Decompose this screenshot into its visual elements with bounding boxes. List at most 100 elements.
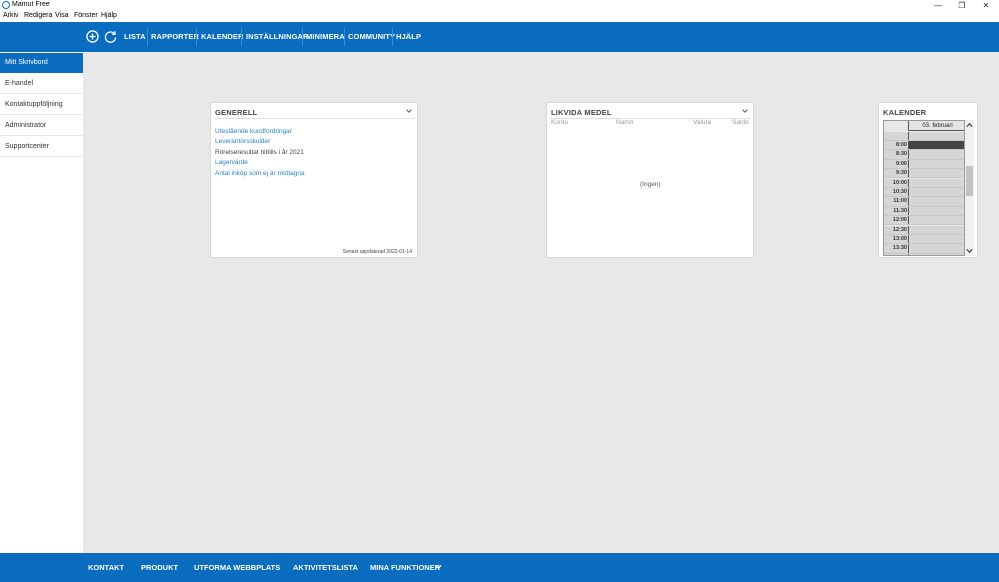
calendar-slot[interactable] <box>908 178 964 187</box>
nav-kalender[interactable]: KALENDER <box>201 22 243 52</box>
nav-installningar[interactable]: INSTÄLLNINGAR <box>246 22 309 52</box>
restore-button[interactable]: ❐ <box>951 0 973 11</box>
bottom-utforma-webbplats[interactable]: UTFORMA WEBBPLATS <box>194 553 280 582</box>
toolbar-divider <box>344 28 345 46</box>
calendar-slot[interactable] <box>908 150 964 159</box>
calendar-time-row[interactable]: 12:30 <box>884 225 964 235</box>
chevron-down-icon[interactable] <box>435 564 442 570</box>
bottom-mina-funktioner[interactable]: MINA FUNKTIONER <box>370 553 440 582</box>
calendar-time-label: 13:30 <box>884 244 908 253</box>
widget-general: GENERELL Utestående kundfordringar Lever… <box>210 102 418 258</box>
calendar-scrollbar[interactable] <box>965 120 974 256</box>
empty-state-text: (Ingen) <box>640 181 661 188</box>
calendar-time-label: 9:30 <box>884 169 908 178</box>
toolbar-divider <box>241 28 242 46</box>
calendar-slot[interactable] <box>908 244 964 253</box>
menu-fonster[interactable]: Fönster <box>74 12 98 19</box>
nav-minimera[interactable]: MINIMERA <box>306 22 345 52</box>
calendar-slot[interactable] <box>908 206 964 216</box>
calendar-time-row[interactable]: 11:00 <box>884 197 964 207</box>
chevron-down-icon[interactable] <box>741 107 749 115</box>
refresh-icon[interactable] <box>104 30 117 43</box>
calendar-time-label: 14:00 <box>884 253 908 255</box>
sidebar-item-e-handel[interactable]: E-handel <box>0 74 83 94</box>
sidebar-item-mitt-skrivbord[interactable]: Mitt Skrivbord <box>0 53 83 73</box>
widget-divider <box>550 118 751 119</box>
sidebar-item-administrator[interactable]: Administrator <box>0 116 83 136</box>
bottom-kontakt[interactable]: KONTAKT <box>88 553 124 582</box>
calendar-time-row[interactable]: 12:00 <box>884 216 964 226</box>
minimize-button[interactable]: — <box>927 0 949 11</box>
bottom-bar: KONTAKT PRODUKT UTFORMA WEBBPLATS AKTIVI… <box>0 553 999 582</box>
menu-arkiv[interactable]: Arkiv <box>3 12 19 19</box>
top-toolbar: LISTA RAPPORTER KALENDER INSTÄLLNINGAR M… <box>0 22 999 52</box>
toolbar-divider <box>302 28 303 46</box>
calendar-time-row[interactable] <box>884 131 964 141</box>
calendar-slot[interactable] <box>908 169 964 178</box>
scroll-down-icon[interactable] <box>966 248 973 254</box>
nav-rapporter[interactable]: RAPPORTER <box>151 22 199 52</box>
calendar-time-row[interactable]: 8:30 <box>884 150 964 160</box>
calendar-slot[interactable] <box>908 187 964 197</box>
bottom-aktivitetslista[interactable]: AKTIVITETSLISTA <box>293 553 358 582</box>
calendar-time-row[interactable]: 9:00 <box>884 159 964 170</box>
calendar-time-row[interactable]: 10:30 <box>884 187 964 198</box>
add-icon[interactable] <box>86 30 99 43</box>
sidebar-item-kontaktuppfoljning[interactable]: Kontaktuppföljning <box>0 95 83 115</box>
calendar-slot[interactable] <box>908 253 964 255</box>
calendar-slot[interactable] <box>908 140 964 150</box>
column-konto[interactable]: Konto <box>551 119 568 126</box>
nav-hjalp[interactable]: HJÄLP <box>396 22 421 52</box>
title-bar: Mamut Free — ❐ ✕ <box>0 0 999 11</box>
calendar-time-row[interactable]: 11:30 <box>884 206 964 217</box>
last-updated-text: Senast uppdaterad 2022-01-14 <box>342 249 412 255</box>
calendar-slot[interactable] <box>908 131 964 140</box>
calendar-slot[interactable] <box>908 216 964 225</box>
link-antal-inkop[interactable]: Antal inköp som ej är mottagna <box>215 170 305 177</box>
calendar-time-label: 10:00 <box>884 178 908 187</box>
calendar-time-row[interactable]: 8:00 <box>884 140 964 151</box>
calendar-slot[interactable] <box>908 234 964 244</box>
sidebar: Mitt Skrivbord E-handel Kontaktuppföljni… <box>0 52 83 553</box>
chevron-down-icon[interactable] <box>405 107 413 115</box>
link-utestaende-kundfordringar[interactable]: Utestående kundfordringar <box>215 128 292 135</box>
toolbar-divider <box>147 28 148 46</box>
calendar-slot[interactable] <box>908 225 964 234</box>
calendar-time-label: 12:30 <box>884 225 908 234</box>
column-valuta[interactable]: Valuta <box>693 119 711 126</box>
close-button[interactable]: ✕ <box>975 0 997 11</box>
toolbar-divider <box>196 28 197 46</box>
column-namn[interactable]: Namn <box>616 119 633 126</box>
menu-hjalp[interactable]: Hjälp <box>101 12 117 19</box>
toolbar-divider <box>392 28 393 46</box>
scroll-up-icon[interactable] <box>966 122 973 128</box>
calendar-day-grid[interactable]: 03. februari 8:00 8:30 9:00 9:30 10:00 10:30 1… <box>883 120 965 256</box>
link-leverantorsskulder[interactable]: Leverantörsskulder <box>215 138 270 145</box>
link-lagervarde[interactable]: Lagervärde <box>215 159 248 166</box>
window-title: Mamut Free <box>12 1 50 8</box>
widget-calendar-title: KALENDER <box>883 108 927 117</box>
calendar-time-row[interactable]: 10:00 <box>884 178 964 188</box>
widget-calendar: KALENDER 03. februari 8:00 8:30 9:00 9:30 10… <box>878 102 978 258</box>
column-saldo[interactable]: Saldo <box>732 119 749 126</box>
calendar-time-row[interactable]: 13:30 <box>884 244 964 254</box>
widget-divider <box>214 118 415 119</box>
menu-redigera[interactable]: Redigera <box>24 12 52 19</box>
calendar-time-row[interactable]: 9:30 <box>884 169 964 179</box>
calendar-time-label <box>884 131 908 140</box>
calendar-slot[interactable] <box>908 197 964 206</box>
calendar-time-row[interactable]: 13:00 <box>884 234 964 245</box>
widget-liquid: LIKVIDA MEDEL Konto Namn Valuta Saldo (I… <box>546 102 754 258</box>
calendar-time-label: 9:00 <box>884 159 908 169</box>
bottom-produkt[interactable]: PRODUKT <box>141 553 178 582</box>
calendar-time-label: 10:30 <box>884 187 908 197</box>
calendar-slot[interactable] <box>908 159 964 169</box>
sidebar-item-supportcenter[interactable]: Supportcenter <box>0 137 83 157</box>
desktop-area: GENERELL Utestående kundfordringar Lever… <box>83 52 999 553</box>
nav-community[interactable]: COMMUNITY <box>348 22 395 52</box>
scrollbar-thumb[interactable] <box>966 166 973 196</box>
menu-visa[interactable]: Visa <box>55 12 69 19</box>
nav-lista[interactable]: LISTA <box>124 22 146 52</box>
calendar-time-label: 12:00 <box>884 216 908 225</box>
calendar-time-row[interactable]: 14:00 <box>884 253 964 255</box>
